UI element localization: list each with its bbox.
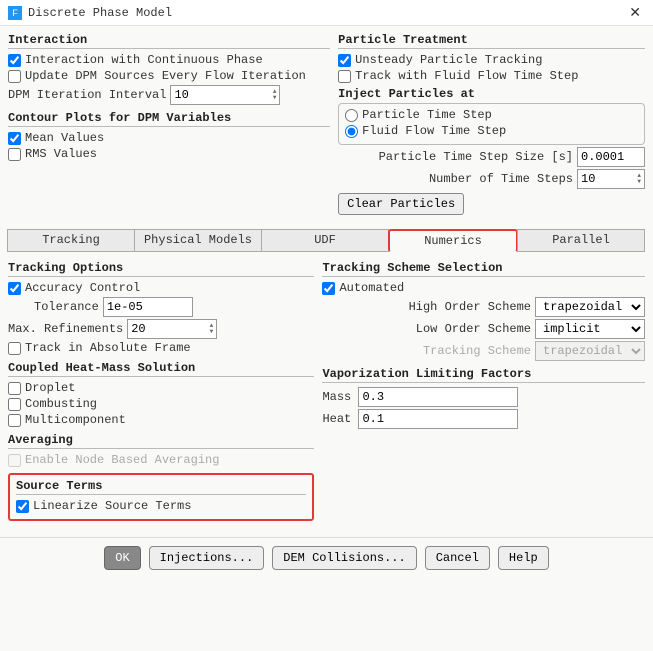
dpm-interval-label: DPM Iteration Interval <box>8 88 166 102</box>
interaction-legend: Interaction <box>8 33 330 47</box>
update-dpm-checkbox[interactable]: Update DPM Sources Every Flow Iteration <box>8 69 330 83</box>
mean-values-checkbox[interactable]: Mean Values <box>8 131 330 145</box>
treatment-legend: Particle Treatment <box>338 33 645 47</box>
low-order-select[interactable]: implicit <box>535 319 645 339</box>
unsteady-checkbox[interactable]: Unsteady Particle Tracking <box>338 53 645 67</box>
spinner-arrows-icon[interactable]: ▲▼ <box>637 173 641 185</box>
tolerance-input[interactable] <box>103 297 193 317</box>
averaging-legend: Averaging <box>8 433 314 447</box>
absolute-frame-checkbox[interactable]: Track in Absolute Frame <box>8 341 314 355</box>
multicomponent-checkbox[interactable]: Multicomponent <box>8 413 314 427</box>
tracking-options-legend: Tracking Options <box>8 261 314 275</box>
app-icon: F <box>8 6 22 20</box>
tab-udf[interactable]: UDF <box>261 229 389 252</box>
mass-label: Mass <box>322 390 354 404</box>
tab-tracking[interactable]: Tracking <box>7 229 135 252</box>
spinner-arrows-icon[interactable]: ▲▼ <box>210 323 214 335</box>
combusting-checkbox[interactable]: Combusting <box>8 397 314 411</box>
linearize-source-checkbox[interactable]: Linearize Source Terms <box>16 499 306 513</box>
inject-legend: Inject Particles at <box>338 87 645 101</box>
tracking-scheme-label: Tracking Scheme <box>423 344 531 358</box>
droplet-checkbox[interactable]: Droplet <box>8 381 314 395</box>
spinner-arrows-icon[interactable]: ▲▼ <box>273 89 277 101</box>
tab-numerics[interactable]: Numerics <box>388 229 518 252</box>
dpm-interval-spinner[interactable]: ▲▼ <box>170 85 280 105</box>
tab-parallel[interactable]: Parallel <box>517 229 645 252</box>
injections-button[interactable]: Injections... <box>149 546 265 570</box>
ok-button[interactable]: OK <box>104 546 140 570</box>
num-steps-label: Number of Time Steps <box>429 172 573 186</box>
scheme-legend: Tracking Scheme Selection <box>322 261 645 275</box>
cancel-button[interactable]: Cancel <box>425 546 490 570</box>
tracking-scheme-select: trapezoidal <box>535 341 645 361</box>
inject-radio-group: Particle Time Step Fluid Flow Time Step <box>338 103 645 145</box>
step-size-input[interactable] <box>577 147 645 167</box>
dialog-footer: OK Injections... DEM Collisions... Cance… <box>0 537 653 578</box>
max-refinements-label: Max. Refinements <box>8 322 123 336</box>
heat-label: Heat <box>322 412 354 426</box>
interaction-continuous-checkbox[interactable]: Interaction with Continuous Phase <box>8 53 330 67</box>
tab-physical-models[interactable]: Physical Models <box>134 229 262 252</box>
titlebar: F Discrete Phase Model ✕ <box>0 0 653 26</box>
low-order-label: Low Order Scheme <box>416 322 531 336</box>
close-icon[interactable]: ✕ <box>625 4 645 21</box>
rms-values-checkbox[interactable]: RMS Values <box>8 147 330 161</box>
contour-legend: Contour Plots for DPM Variables <box>8 111 330 125</box>
track-with-checkbox[interactable]: Track with Fluid Flow Time Step <box>338 69 645 83</box>
clear-particles-button[interactable]: Clear Particles <box>338 193 464 215</box>
tolerance-label: Tolerance <box>34 300 99 314</box>
source-terms-legend: Source Terms <box>16 479 306 493</box>
window-title: Discrete Phase Model <box>28 6 625 20</box>
high-order-select[interactable]: trapezoidal <box>535 297 645 317</box>
node-averaging-checkbox: Enable Node Based Averaging <box>8 453 314 467</box>
tab-bar: Tracking Physical Models UDF Numerics Pa… <box>8 229 645 252</box>
heat-input[interactable] <box>358 409 518 429</box>
num-steps-spinner[interactable]: ▲▼ <box>577 169 645 189</box>
step-size-label: Particle Time Step Size [s] <box>379 150 573 164</box>
vaporization-legend: Vaporization Limiting Factors <box>322 367 645 381</box>
high-order-label: High Order Scheme <box>409 300 531 314</box>
accuracy-control-checkbox[interactable]: Accuracy Control <box>8 281 314 295</box>
particle-timestep-radio[interactable]: Particle Time Step <box>345 108 638 122</box>
automated-checkbox[interactable]: Automated <box>322 281 645 295</box>
mass-input[interactable] <box>358 387 518 407</box>
coupled-legend: Coupled Heat-Mass Solution <box>8 361 314 375</box>
dem-collisions-button[interactable]: DEM Collisions... <box>272 546 416 570</box>
help-button[interactable]: Help <box>498 546 549 570</box>
fluid-timestep-radio[interactable]: Fluid Flow Time Step <box>345 124 638 138</box>
max-refinements-spinner[interactable]: ▲▼ <box>127 319 217 339</box>
